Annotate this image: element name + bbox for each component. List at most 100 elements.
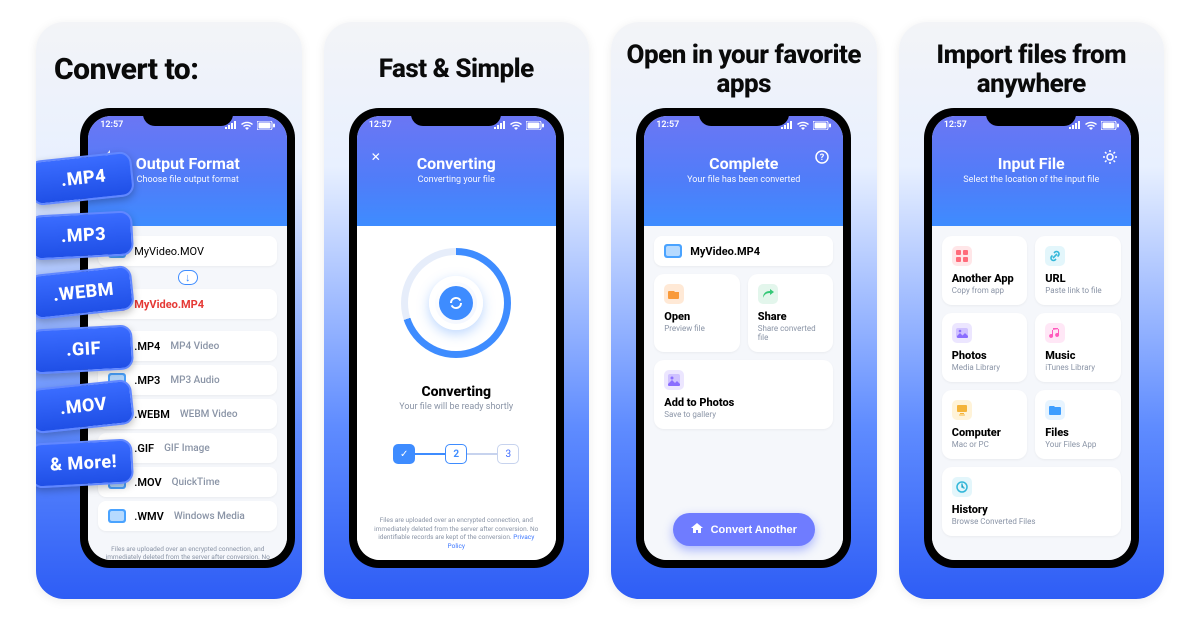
- card-label: Computer: [952, 426, 1018, 439]
- photos-icon: [664, 370, 684, 390]
- format-ext: .GIF: [134, 442, 154, 455]
- format-option[interactable]: .WMVWindows Media: [98, 501, 277, 531]
- open-card[interactable]: Open Preview file: [654, 274, 740, 352]
- step-indicator: ✓ 2 3: [393, 444, 519, 464]
- screen-body: Converting Your file will be ready short…: [357, 226, 556, 560]
- battery-icon: [526, 121, 544, 130]
- card-sub: iTunes Library: [1045, 363, 1111, 372]
- home-icon: [691, 522, 703, 537]
- status-subtitle: Your file will be ready shortly: [367, 402, 546, 412]
- phone-notch: [143, 108, 233, 126]
- card-label: Files: [1045, 426, 1111, 439]
- panel-headline: Convert to:: [36, 22, 206, 102]
- spinner-inner: [429, 276, 483, 330]
- screen-title: Input File: [932, 154, 1131, 173]
- screen-body: Another App Copy from app URL Paste link…: [932, 226, 1131, 560]
- card-sub: Share converted file: [758, 324, 824, 342]
- wifi-icon: [241, 121, 253, 130]
- source-photos[interactable]: Photos Media Library: [942, 313, 1028, 382]
- status-indicators: [494, 120, 544, 130]
- format-badge: .MP3: [36, 210, 134, 260]
- screen-header: 12:57 ✕ Converting Converting your file: [357, 116, 556, 226]
- status-indicators: [225, 120, 275, 130]
- phone-frame: 12:57 Input File Select the location of …: [924, 108, 1139, 568]
- file-name: MyVideo.MOV: [134, 245, 204, 258]
- step-2: 2: [445, 444, 467, 464]
- card-label: Add to Photos: [664, 396, 823, 409]
- source-music[interactable]: Music iTunes Library: [1035, 313, 1121, 382]
- panel-headline: Open in your favorite apps: [611, 22, 877, 102]
- wifi-icon: [797, 121, 809, 130]
- open-icon: [664, 284, 684, 304]
- format-badge: .GIF: [36, 324, 134, 374]
- help-icon[interactable]: ?: [815, 150, 829, 167]
- photo-lib-icon: [952, 323, 972, 343]
- screen-body: MyVideo.MP4 Open Preview file Share Shar…: [644, 226, 843, 560]
- format-desc: MP3 Audio: [170, 375, 219, 386]
- music-icon: [1045, 323, 1065, 343]
- convert-another-button[interactable]: Convert Another: [673, 513, 815, 546]
- file-name: MyVideo.MP4: [134, 298, 204, 311]
- card-label: History: [952, 503, 1111, 516]
- card-sub: Copy from app: [952, 286, 1018, 295]
- card-label: Photos: [952, 349, 1018, 362]
- disclaimer-text: Files are uploaded over an encrypted con…: [106, 545, 270, 560]
- card-sub: Media Library: [952, 363, 1018, 372]
- format-badge: .WEBM: [36, 265, 135, 321]
- cta-label: Convert Another: [711, 524, 797, 536]
- format-ext: .MOV: [134, 476, 161, 489]
- source-another-app[interactable]: Another App Copy from app: [942, 236, 1028, 305]
- format-desc: GIF Image: [164, 443, 210, 454]
- phone-screen-complete: 12:57 ? Complete Your file has been conv…: [644, 116, 843, 560]
- phone-screen-input-file: 12:57 Input File Select the location of …: [932, 116, 1131, 560]
- phone-screen-converting: 12:57 ✕ Converting Converting your file: [357, 116, 556, 560]
- format-badge: .MP4: [36, 151, 135, 207]
- battery-icon: [813, 121, 831, 130]
- card-sub: Preview file: [664, 324, 730, 333]
- action-grid: Open Preview file Share Share converted …: [654, 274, 833, 429]
- step-line: [467, 453, 497, 455]
- screen-title: Converting: [357, 154, 556, 173]
- panel-headline: Fast & Simple: [371, 22, 542, 102]
- screen-subtitle: Your file has been converted: [644, 175, 843, 185]
- panel-convert-to: Convert to: .MP4 .MP3 .WEBM .GIF .MOV & …: [36, 22, 302, 599]
- apps-icon: [952, 246, 972, 266]
- battery-icon: [257, 121, 275, 130]
- card-label: Open: [664, 310, 730, 323]
- status-time: 12:57: [100, 120, 123, 130]
- panel-headline: Import files from anywhere: [899, 22, 1165, 102]
- refresh-icon: [439, 286, 473, 320]
- wifi-icon: [1085, 121, 1097, 130]
- source-history[interactable]: History Browse Converted Files: [942, 467, 1121, 536]
- close-icon[interactable]: ✕: [371, 150, 381, 164]
- result-file-row[interactable]: MyVideo.MP4: [654, 236, 833, 266]
- status-title: Converting: [367, 384, 546, 400]
- screenshot-gallery: Convert to: .MP4 .MP3 .WEBM .GIF .MOV & …: [0, 0, 1200, 621]
- phone-frame: 12:57 ? Complete Your file has been conv…: [636, 108, 851, 568]
- status-time: 12:57: [656, 120, 679, 130]
- arrow-down-icon: ↓: [178, 270, 198, 285]
- wifi-icon: [510, 121, 522, 130]
- svg-text:?: ?: [820, 153, 825, 163]
- history-icon: [952, 477, 972, 497]
- link-icon: [1045, 246, 1065, 266]
- settings-icon[interactable]: [1103, 150, 1117, 167]
- panel-fast-simple: Fast & Simple 12:57 ✕ Converting Conv: [324, 22, 590, 599]
- file-icon: [108, 509, 126, 523]
- panel-import-anywhere: Import files from anywhere 12:57: [899, 22, 1165, 599]
- format-desc: MP4 Video: [170, 341, 219, 352]
- format-ext: .MP3: [134, 374, 160, 387]
- status-indicators: [781, 120, 831, 130]
- battery-icon: [1101, 121, 1119, 130]
- format-badge: .MOV: [36, 379, 135, 435]
- file-icon: [664, 244, 682, 258]
- source-computer[interactable]: Computer Mac or PC: [942, 390, 1028, 459]
- add-to-photos-card[interactable]: Add to Photos Save to gallery: [654, 360, 833, 429]
- screen-subtitle: Converting your file: [357, 175, 556, 185]
- source-files[interactable]: Files Your Files App: [1035, 390, 1121, 459]
- file-name: MyVideo.MP4: [690, 245, 760, 258]
- share-card[interactable]: Share Share converted file: [748, 274, 834, 352]
- source-url[interactable]: URL Paste link to file: [1035, 236, 1121, 305]
- format-ext: .WMV: [134, 510, 164, 523]
- card-label: Share: [758, 310, 824, 323]
